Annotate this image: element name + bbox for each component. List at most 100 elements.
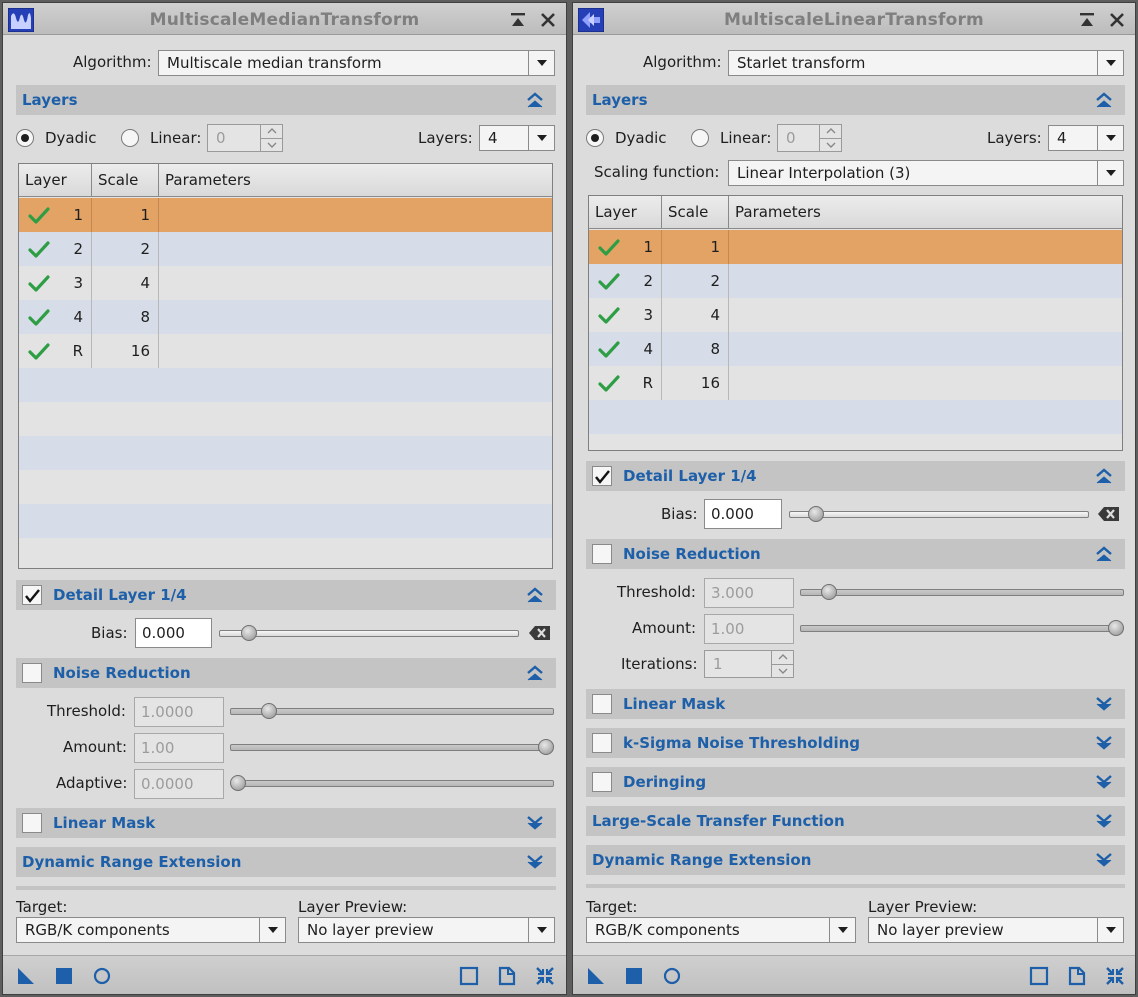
detail-layer-checkbox[interactable] xyxy=(22,585,42,605)
linear-spinbox[interactable]: 0 xyxy=(207,124,283,152)
linear-radio[interactable] xyxy=(121,129,139,147)
col-header-layer[interactable]: Layer xyxy=(589,196,662,228)
threshold-slider[interactable] xyxy=(800,584,1124,600)
noise-reduction-checkbox[interactable] xyxy=(22,663,42,683)
reset-parameters-icon[interactable] xyxy=(535,966,555,986)
apply-global-icon[interactable] xyxy=(92,966,112,986)
threshold-slider[interactable] xyxy=(230,703,554,719)
amount-slider[interactable] xyxy=(230,739,554,755)
col-header-scale[interactable]: Scale xyxy=(662,196,729,228)
document-icon[interactable] xyxy=(497,966,517,986)
col-header-parameters[interactable]: Parameters xyxy=(159,164,552,196)
reset-icon[interactable] xyxy=(528,625,552,641)
table-row[interactable]: 3 4 xyxy=(19,266,552,300)
table-row[interactable]: 4 8 xyxy=(589,332,1122,366)
slider-knob[interactable] xyxy=(260,703,277,719)
check-icon[interactable] xyxy=(598,374,620,394)
table-row[interactable]: 4 8 xyxy=(19,300,552,334)
iterations-spinbox[interactable]: 1 xyxy=(704,650,794,678)
dre-section-header[interactable]: Dynamic Range Extension xyxy=(586,845,1125,875)
amount-input[interactable]: 1.00 xyxy=(134,733,224,763)
col-header-parameters[interactable]: Parameters xyxy=(729,196,1122,228)
title-bar[interactable]: MultiscaleLinearTransform xyxy=(573,3,1135,35)
slider-knob[interactable] xyxy=(821,584,838,600)
check-icon[interactable] xyxy=(598,340,620,360)
bias-slider[interactable] xyxy=(789,506,1089,522)
target-combo[interactable]: RGB/K components xyxy=(586,917,856,943)
spin-up-icon[interactable] xyxy=(820,125,841,138)
slider-knob[interactable] xyxy=(230,775,246,791)
ksigma-section-header[interactable]: k-Sigma Noise Thresholding xyxy=(586,728,1125,758)
table-row[interactable]: 3 4 xyxy=(589,298,1122,332)
shade-button[interactable] xyxy=(1077,10,1097,30)
deringing-checkbox[interactable] xyxy=(592,772,612,792)
table-row[interactable]: R 16 xyxy=(19,334,552,368)
ksigma-checkbox[interactable] xyxy=(592,733,612,753)
shade-button[interactable] xyxy=(508,10,528,30)
adaptive-input[interactable]: 0.0000 xyxy=(134,769,224,799)
detail-layer-section-header[interactable]: Detail Layer 1/4 xyxy=(586,461,1125,491)
document-icon[interactable] xyxy=(1067,966,1087,986)
layers-section-header[interactable]: Layers xyxy=(586,85,1125,115)
linear-mask-checkbox[interactable] xyxy=(592,694,612,714)
layers-count-combo[interactable]: 4 xyxy=(479,125,555,151)
reset-parameters-icon[interactable] xyxy=(1105,966,1125,986)
deringing-section-header[interactable]: Deringing xyxy=(586,767,1125,797)
layers-section-header[interactable]: Layers xyxy=(16,85,556,115)
threshold-input[interactable]: 3.000 xyxy=(704,578,794,608)
check-icon[interactable] xyxy=(28,308,50,328)
apply-global-icon[interactable] xyxy=(662,966,682,986)
algorithm-combo[interactable]: Multiscale median transform xyxy=(158,50,555,76)
layer-preview-combo[interactable]: No layer preview xyxy=(868,917,1124,943)
threshold-input[interactable]: 1.0000 xyxy=(134,697,224,727)
bias-input[interactable]: 0.000 xyxy=(704,499,782,529)
real-time-preview-icon[interactable] xyxy=(459,966,479,986)
table-row[interactable]: 2 2 xyxy=(19,232,552,266)
check-icon[interactable] xyxy=(28,240,50,260)
layers-count-combo[interactable]: 4 xyxy=(1048,125,1124,151)
noise-reduction-section-header[interactable]: Noise Reduction xyxy=(16,658,556,688)
close-button[interactable] xyxy=(538,10,558,30)
layer-preview-combo[interactable]: No layer preview xyxy=(298,917,555,943)
slider-knob[interactable] xyxy=(241,625,257,641)
table-row[interactable]: 2 2 xyxy=(589,264,1122,298)
col-header-scale[interactable]: Scale xyxy=(92,164,159,196)
slider-knob[interactable] xyxy=(808,506,824,522)
linear-spinbox[interactable]: 0 xyxy=(777,124,842,152)
amount-input[interactable]: 1.00 xyxy=(704,614,794,644)
reset-icon[interactable] xyxy=(1097,506,1121,522)
col-header-layer[interactable]: Layer xyxy=(19,164,92,196)
check-icon[interactable] xyxy=(598,238,620,258)
linear-radio[interactable] xyxy=(691,129,709,147)
dyadic-radio[interactable] xyxy=(16,129,34,147)
scaling-function-combo[interactable]: Linear Interpolation (3) xyxy=(728,160,1124,186)
adaptive-slider[interactable] xyxy=(230,775,554,791)
noise-reduction-section-header[interactable]: Noise Reduction xyxy=(586,539,1125,569)
table-row[interactable]: R 16 xyxy=(589,366,1122,400)
check-icon[interactable] xyxy=(28,274,50,294)
layers-table[interactable]: Layer Scale Parameters 1 1 2 2 3 4 4 8 R… xyxy=(18,163,553,569)
noise-reduction-checkbox[interactable] xyxy=(592,544,612,564)
dyadic-radio[interactable] xyxy=(586,129,604,147)
close-button[interactable] xyxy=(1107,10,1127,30)
title-bar[interactable]: MultiscaleMedianTransform xyxy=(3,3,566,35)
linear-mask-section-header[interactable]: Linear Mask xyxy=(586,689,1125,719)
check-icon[interactable] xyxy=(28,206,50,226)
spin-down-icon[interactable] xyxy=(261,137,282,152)
check-icon[interactable] xyxy=(598,306,620,326)
linear-mask-section-header[interactable]: Linear Mask xyxy=(16,808,556,838)
detail-layer-checkbox[interactable] xyxy=(592,466,612,486)
slider-knob[interactable] xyxy=(1108,620,1124,636)
linear-mask-checkbox[interactable] xyxy=(22,813,42,833)
slider-knob[interactable] xyxy=(538,739,554,755)
check-icon[interactable] xyxy=(598,272,620,292)
target-combo[interactable]: RGB/K components xyxy=(16,917,286,943)
lstf-section-header[interactable]: Large-Scale Transfer Function xyxy=(586,806,1125,836)
spin-up-icon[interactable] xyxy=(261,125,282,138)
new-instance-icon[interactable] xyxy=(586,966,606,986)
spin-down-icon[interactable] xyxy=(772,663,793,678)
amount-slider[interactable] xyxy=(800,620,1124,636)
algorithm-combo[interactable]: Starlet transform xyxy=(728,50,1124,76)
layers-table[interactable]: Layer Scale Parameters 1 1 2 2 3 4 4 8 R… xyxy=(588,195,1123,451)
apply-icon[interactable] xyxy=(54,966,74,986)
